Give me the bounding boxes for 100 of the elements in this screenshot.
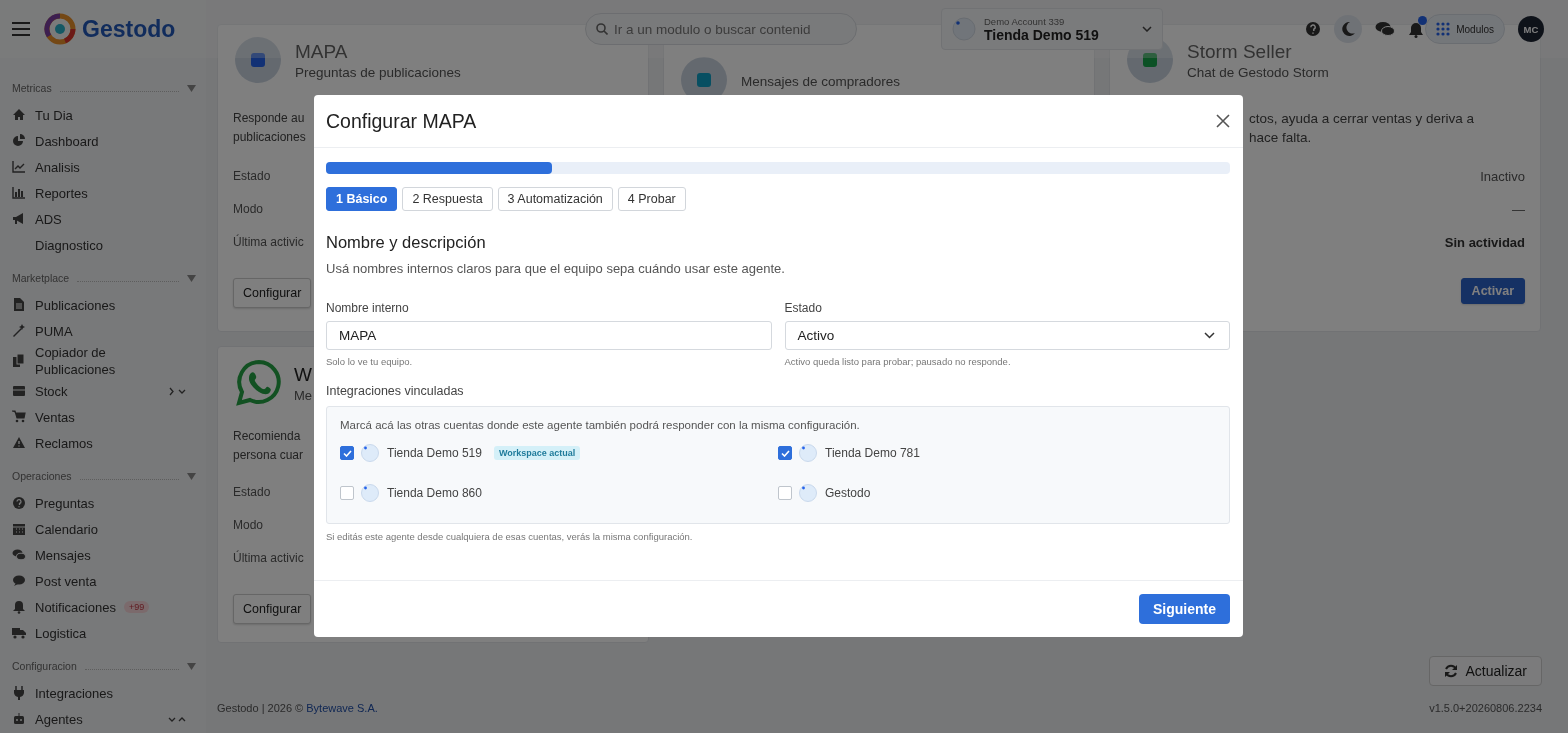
card-description: Recomienda <box>233 428 301 445</box>
dialog-title: Configurar MAPA <box>326 109 477 133</box>
house-icon <box>12 108 26 122</box>
footer-text: Gestodo | 2026 © Bytewave S.A. <box>217 702 378 714</box>
refresh-button[interactable]: Actualizar <box>1428 656 1542 686</box>
account-avatar-icon <box>799 484 817 502</box>
card-title: MAPA <box>295 40 349 63</box>
sidebar-item[interactable]: Tu Dia <box>12 102 198 128</box>
configure-button[interactable]: Configurar <box>233 278 312 308</box>
panel-note: Si editás este agente desde cualquiera de esas cuentas, verás la misma configuración. <box>326 531 694 542</box>
sidebar-item[interactable]: Dashboard <box>12 128 198 154</box>
question-icon <box>12 496 26 510</box>
field-label: Nombre interno <box>326 301 410 315</box>
name-input[interactable]: MAPA <box>326 321 772 350</box>
sidebar-item[interactable]: Logistica <box>12 620 198 646</box>
caret-icon[interactable] <box>187 274 196 282</box>
field-label: Integraciones vinculadas <box>326 384 465 398</box>
row-value: Sin actividad <box>1444 235 1525 252</box>
sidebar-item[interactable]: Notificaciones +99 <box>12 594 198 620</box>
activate-button[interactable]: Activar <box>1460 278 1525 304</box>
account-label: Demo Account 339 <box>984 15 1066 27</box>
speech-bubble-icon <box>12 574 26 588</box>
configure-button[interactable]: Configurar <box>233 594 312 624</box>
sidebar-item[interactable]: PUMA <box>12 318 198 344</box>
card-description: publicaciones <box>233 129 306 146</box>
sidebar-item[interactable]: Analisis <box>12 154 198 180</box>
step-tab[interactable]: 1 Básico <box>326 187 398 211</box>
pie-chart-icon <box>12 134 26 148</box>
sidebar-item[interactable]: Preguntas <box>12 490 198 516</box>
calendar-icon <box>12 522 26 536</box>
chevron-down-icon <box>1142 26 1152 32</box>
caret-icon[interactable] <box>187 662 196 670</box>
caret-icon[interactable] <box>187 472 196 480</box>
step-tab[interactable]: 2 Respuesta <box>402 187 493 211</box>
checkbox[interactable] <box>340 486 354 500</box>
close-icon[interactable] <box>1216 114 1230 128</box>
account-avatar-icon <box>799 444 817 462</box>
section-title: Operaciones <box>12 470 72 482</box>
section-description: Usá nombres internos claros para que el equipo sepa cuándo usar este agente. <box>326 261 786 276</box>
checkbox[interactable] <box>778 446 792 460</box>
sidebar-item[interactable]: Copiador de Publicaciones <box>12 344 198 378</box>
card-subtitle: Preguntas de publicaciones <box>295 64 461 80</box>
sidebar-item[interactable]: Publicaciones <box>12 292 198 318</box>
step-tab[interactable]: 3 Automatización <box>497 187 613 211</box>
caret-icon[interactable] <box>187 84 196 92</box>
sidebar-item[interactable]: Agentes <box>12 706 198 732</box>
bar-chart-icon <box>12 186 26 200</box>
warning-icon <box>12 436 26 450</box>
section-heading: Nombre y descripción <box>326 233 487 252</box>
box-icon <box>12 384 26 398</box>
help-icon[interactable] <box>1305 21 1322 37</box>
company-link[interactable]: Bytewave S.A. <box>306 702 378 714</box>
sidebar-item[interactable]: Stock <box>12 378 198 404</box>
logo-icon <box>44 13 76 45</box>
agent-avatar-icon <box>235 37 281 83</box>
step-tab[interactable]: 4 Probar <box>617 187 686 211</box>
grid-icon <box>1436 22 1451 36</box>
row-value: — <box>1512 202 1525 219</box>
sidebar-item[interactable]: Diagnostico <box>12 232 198 258</box>
account-avatar-icon <box>361 484 379 502</box>
checkbox[interactable] <box>340 446 354 460</box>
panel-description: Marcá acá las otras cuentas donde este agente también podrá responder con la misma configuración. <box>340 419 861 431</box>
sidebar-item[interactable]: Ventas <box>12 404 198 430</box>
row-label: Última activic <box>233 235 304 251</box>
line-chart-icon <box>12 160 26 174</box>
card-description: persona cuar <box>233 447 304 464</box>
row-label: Modo <box>233 518 264 534</box>
status-select[interactable]: Activo <box>784 321 1230 350</box>
sidebar-item[interactable]: Post venta <box>12 568 198 594</box>
modules-button[interactable]: Modulos <box>1425 14 1505 44</box>
account-name: Gestodo <box>825 486 871 500</box>
theme-toggle[interactable] <box>1334 15 1363 43</box>
row-value: Inactivo <box>1480 169 1525 186</box>
next-button[interactable]: Siguiente <box>1139 594 1230 624</box>
sidebar-item[interactable]: Calendario <box>12 516 198 542</box>
account-name: Tienda Demo 860 <box>387 486 482 500</box>
bell-icon[interactable] <box>1408 20 1425 38</box>
account-selector[interactable]: Demo Account 339 Tienda Demo 519 <box>941 8 1163 50</box>
section-title: Marketplace <box>12 272 70 284</box>
chat-icon[interactable] <box>1375 21 1396 37</box>
user-avatar[interactable]: MC <box>1518 16 1544 42</box>
card-title: Storm Seller <box>1187 40 1293 63</box>
sidebar-item[interactable]: Reclamos <box>12 430 198 456</box>
check-icon <box>780 449 790 457</box>
plug-icon <box>12 686 26 700</box>
sidebar-item[interactable]: ADS <box>12 206 198 232</box>
row-label: Estado <box>233 169 271 185</box>
search-field[interactable]: Ir a un modulo o buscar contenid <box>585 13 857 45</box>
card-description: ctos, ayuda a cerrar ventas y deriva a <box>1249 110 1475 128</box>
sidebar-item[interactable]: Integraciones <box>12 680 198 706</box>
sidebar-item[interactable]: Reportes <box>12 180 198 206</box>
checkbox[interactable] <box>778 486 792 500</box>
section-title: Metricas <box>12 82 52 94</box>
sidebar-item[interactable]: Mensajes <box>12 542 198 568</box>
section-title: Configuracion <box>12 660 77 672</box>
moon-icon <box>1340 21 1357 37</box>
menu-icon[interactable] <box>12 22 30 36</box>
card-description: hace falta. <box>1249 129 1312 147</box>
field-hint: Solo lo ve tu equipo. <box>326 356 414 367</box>
row-label: Última activic <box>233 551 304 567</box>
